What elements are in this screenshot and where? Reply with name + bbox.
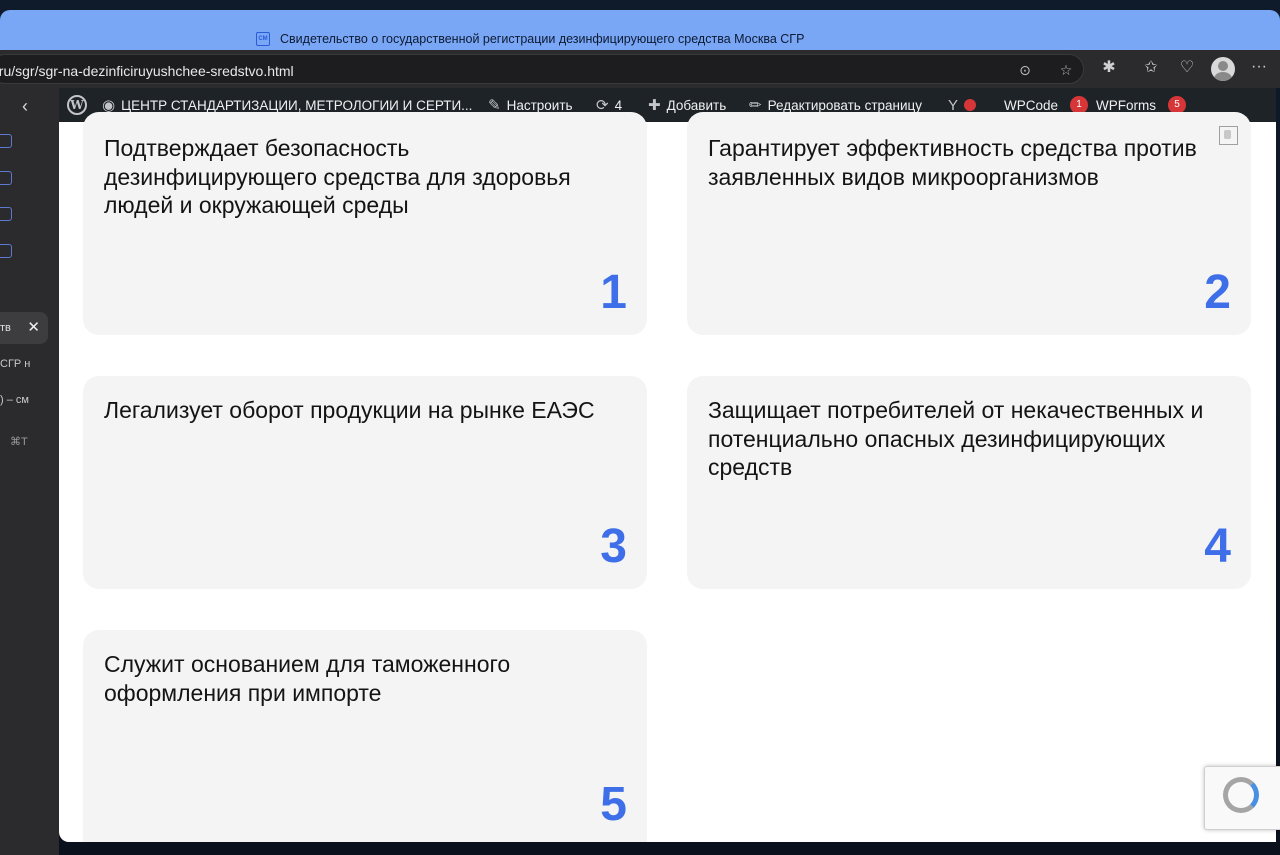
broken-image-icon — [1219, 126, 1238, 145]
url-text: r.ru/sgr/sgr-na-dezinficiruyushchee-sred… — [0, 63, 294, 79]
recaptcha-badge[interactable] — [1204, 766, 1280, 830]
address-bar[interactable]: r.ru/sgr/sgr-na-dezinficiruyushchee-sred… — [0, 54, 1084, 84]
site-favicon-icon: CM — [256, 32, 270, 46]
edit-page-label: Редактировать страницу — [767, 97, 923, 113]
sidebar-tab-label: тв — [0, 322, 11, 334]
new-tab-shortcut[interactable]: ⌘T — [10, 435, 28, 448]
benefit-card: Легализует оборот продукции на рынке ЕАЭ… — [83, 376, 647, 589]
sidebar-tab-label[interactable]: СГР н — [0, 358, 30, 370]
more-options-icon[interactable]: ⊙ — [1016, 61, 1034, 79]
extensions-icon[interactable]: ✱ — [1098, 57, 1120, 79]
browser-essentials-icon[interactable]: ♡ — [1176, 57, 1198, 79]
card-number: 5 — [600, 778, 627, 831]
site-name: ЦЕНТР СТАНДАРТИЗАЦИИ, МЕТРОЛОГИИ И СЕРТИ… — [121, 97, 473, 113]
benefit-card: Гарантирует эффективность средства проти… — [687, 112, 1251, 335]
yoast-icon: Y — [948, 96, 959, 114]
wpcode-label: WPCode — [1004, 97, 1059, 113]
card-text: Защищает потребителей от некачественных … — [708, 397, 1204, 480]
card-number: 1 — [600, 266, 627, 319]
collapse-sidebar-icon[interactable]: ‹ — [22, 96, 28, 117]
benefit-card: Служит основанием для таможенного оформл… — [83, 630, 647, 842]
recaptcha-icon — [1223, 777, 1259, 813]
seo-status-dot — [964, 99, 977, 111]
customize-label: Настроить — [506, 97, 573, 113]
wordpress-icon: W — [67, 95, 87, 115]
card-number: 2 — [1204, 266, 1231, 319]
card-text: Служит основанием для таможенного оформл… — [104, 651, 511, 706]
updates-count: 4 — [614, 97, 623, 113]
vertical-tabs-sidebar: ‹ тв ✕ СГР н ) – см ⌘T — [0, 88, 59, 855]
card-text: Легализует оборот продукции на рынке ЕАЭ… — [104, 397, 595, 423]
web-page: W ◉ ЦЕНТР СТАНДАРТИЗАЦИИ, МЕТРОЛОГИИ И С… — [59, 88, 1276, 842]
profile-avatar[interactable] — [1211, 57, 1235, 81]
plus-icon: ✚ — [648, 97, 661, 114]
wpforms-label: WPForms — [1096, 97, 1156, 113]
settings-menu-icon[interactable]: ··· — [1248, 56, 1270, 78]
tab-icon[interactable] — [0, 244, 12, 258]
benefit-card: Защищает потребителей от некачественных … — [687, 376, 1251, 589]
browser-tab-strip: CM Свидетельство о государственной регис… — [0, 10, 1280, 50]
tab-icon[interactable] — [0, 207, 12, 221]
benefit-card: Подтверждает безопасность дезинфицирующе… — [83, 112, 647, 335]
card-number: 3 — [600, 520, 627, 573]
card-text: Подтверждает безопасность дезинфицирующе… — [104, 135, 571, 218]
browser-toolbar: r.ru/sgr/sgr-na-dezinficiruyushchee-sred… — [0, 50, 1280, 88]
benefits-grid: Подтверждает безопасность дезинфицирующе… — [59, 112, 1276, 842]
add-new-label: Добавить — [666, 97, 727, 113]
sidebar-active-tab[interactable]: тв ✕ — [0, 312, 48, 344]
tab-icon[interactable] — [0, 171, 12, 185]
card-number: 4 — [1204, 520, 1231, 573]
card-text: Гарантирует эффективность средства проти… — [708, 135, 1197, 190]
tab-title: Свидетельство о государственной регистра… — [280, 32, 805, 46]
close-icon[interactable]: ✕ — [27, 312, 40, 344]
sidebar-tab-label[interactable]: ) – см — [0, 394, 29, 406]
tab-icon[interactable] — [0, 134, 12, 148]
favorites-list-icon[interactable]: ✩ — [1140, 57, 1162, 79]
wp-logo-menu[interactable]: W — [67, 88, 87, 122]
favorite-star-icon[interactable]: ☆ — [1057, 61, 1075, 79]
